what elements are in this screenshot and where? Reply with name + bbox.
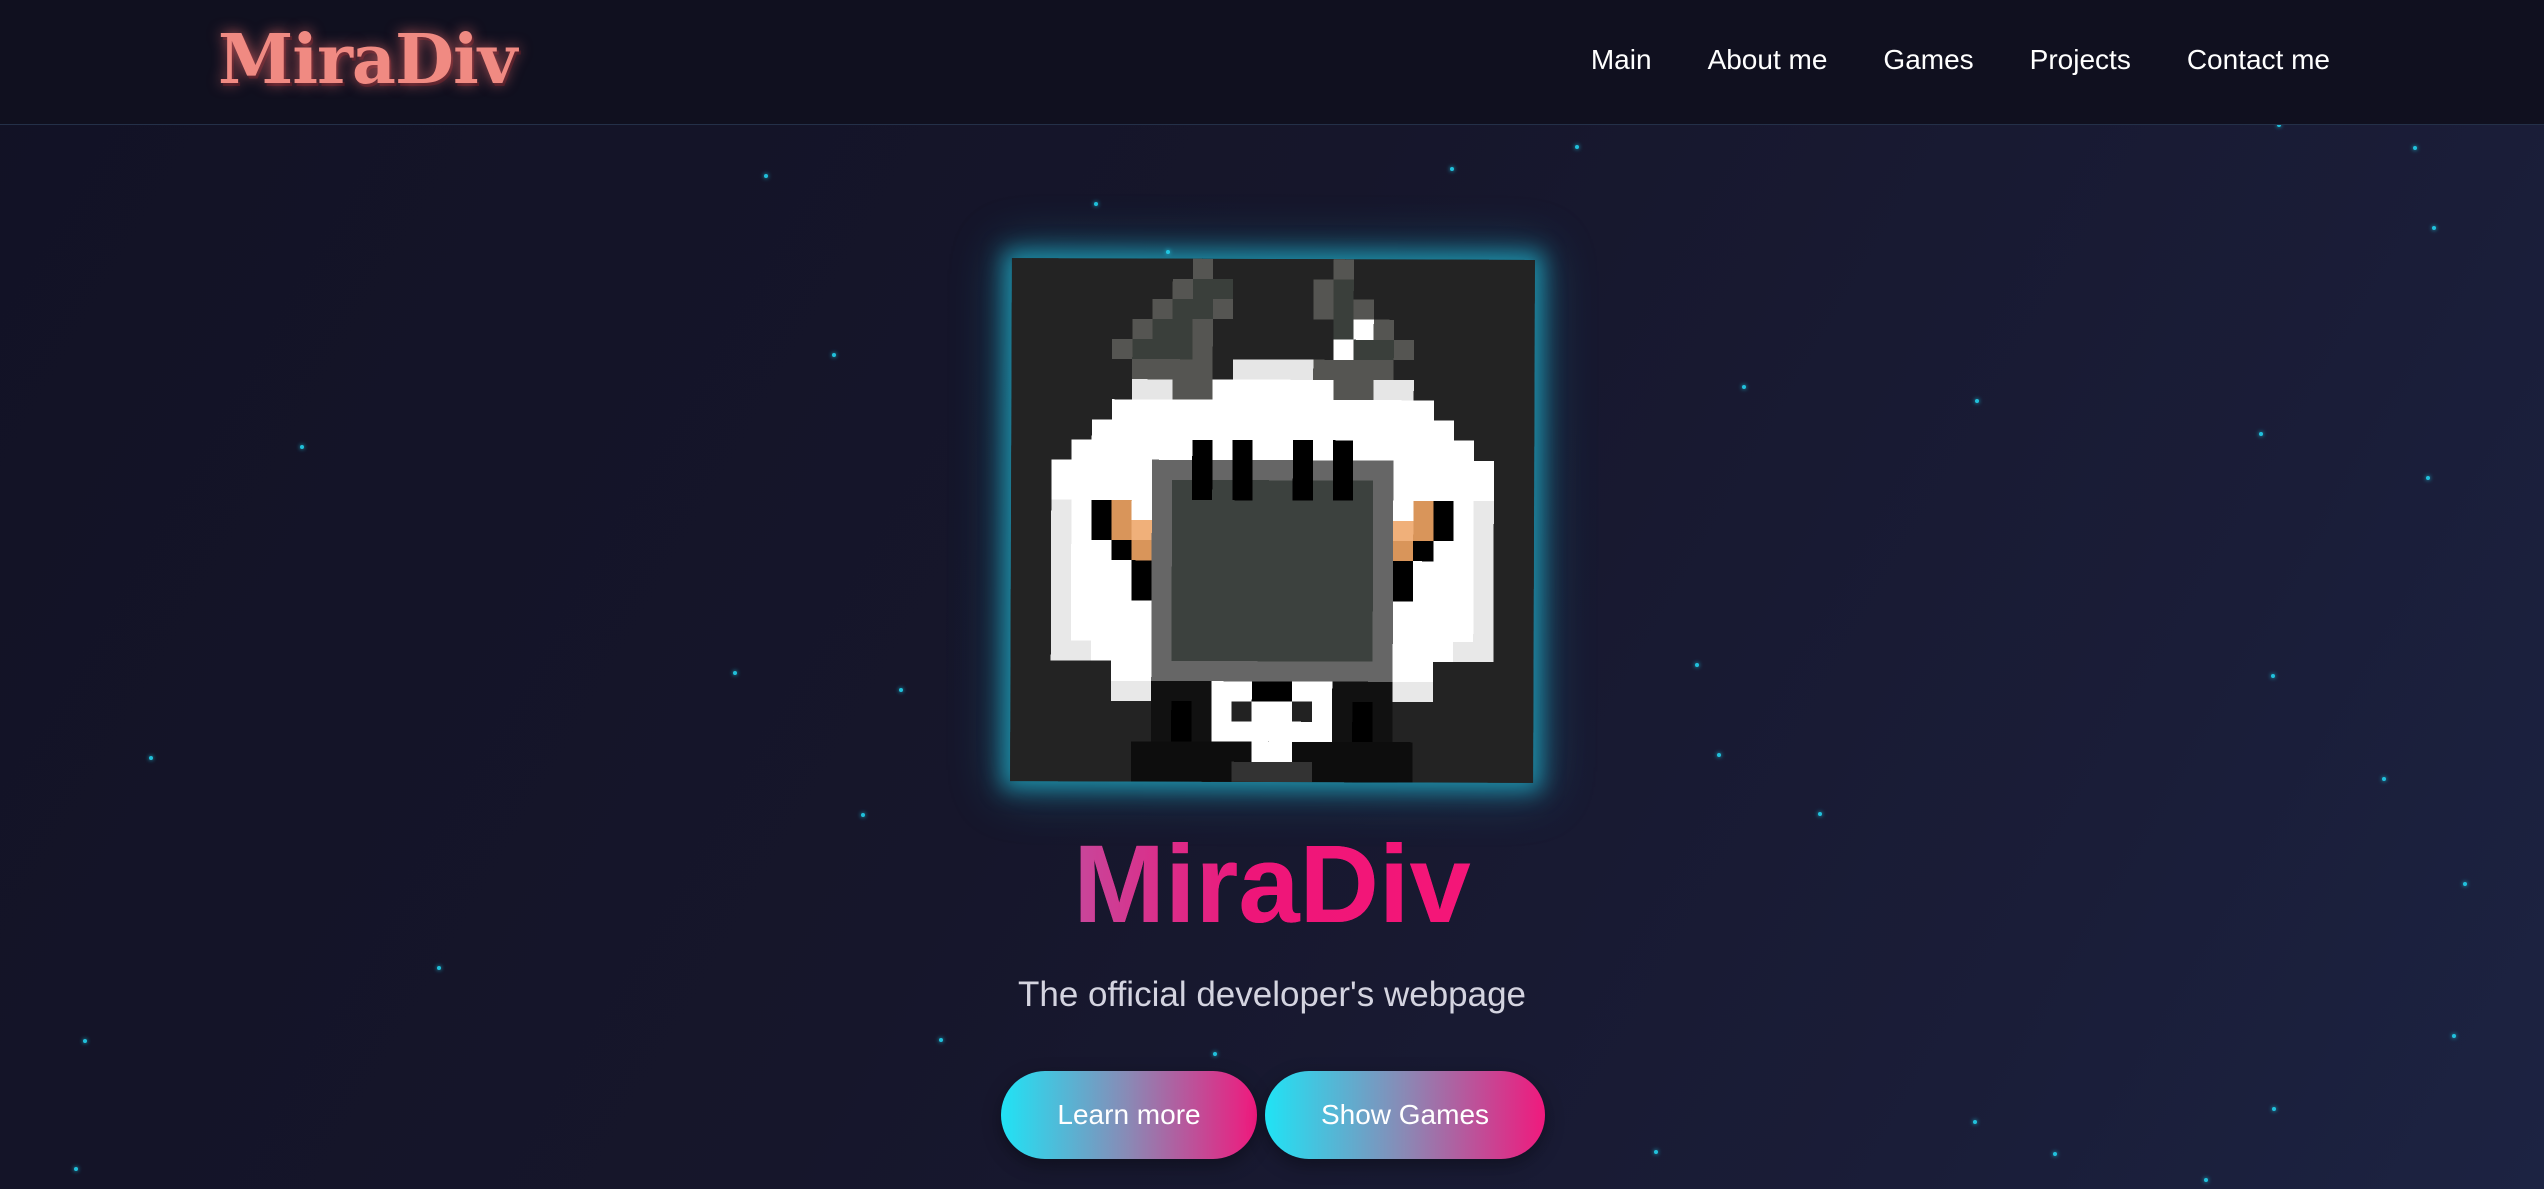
- star-dot: [1213, 1052, 1217, 1056]
- main-navigation: Main About me Games Projects Contact me: [1591, 40, 2330, 80]
- star-dot: [2204, 1178, 2208, 1182]
- star-dot: [1094, 202, 1098, 206]
- star-dot: [1450, 167, 1454, 171]
- nav-link-contact-me[interactable]: Contact me: [2187, 40, 2330, 80]
- star-dot: [1973, 1120, 1977, 1124]
- site-logo[interactable]: MiraDiv: [218, 18, 517, 102]
- hero-title-text: MiraDiv: [1073, 823, 1471, 946]
- star-dot: [1818, 812, 1822, 816]
- star-dot: [939, 1038, 943, 1042]
- star-dot: [2382, 777, 2386, 781]
- star-dot: [2271, 674, 2275, 678]
- star-dot: [2426, 476, 2430, 480]
- hero-title: MiraDiv: [0, 820, 2544, 950]
- star-dot: [1654, 1150, 1658, 1154]
- nav-link-games[interactable]: Games: [1883, 40, 1973, 80]
- star-dot: [2053, 1152, 2057, 1156]
- star-dot: [832, 353, 836, 357]
- hero-subtitle: The official developer's webpage: [1017, 975, 1527, 1014]
- site-header: MiraDiv Main About me Games Projects Con…: [0, 0, 2544, 125]
- star-dot: [861, 813, 865, 817]
- star-dot: [899, 688, 903, 692]
- nav-link-main[interactable]: Main: [1591, 40, 1652, 80]
- hero-button-group: Learn more Show Games: [1001, 1071, 1545, 1159]
- star-dot: [1742, 385, 1746, 389]
- star-dot: [437, 966, 441, 970]
- star-dot: [2413, 146, 2417, 150]
- star-dot: [733, 671, 737, 675]
- star-dot: [2452, 1034, 2456, 1038]
- star-dot: [1717, 753, 1721, 757]
- nav-link-about-me[interactable]: About me: [1708, 40, 1828, 80]
- star-dot: [83, 1039, 87, 1043]
- nav-link-projects[interactable]: Projects: [2030, 40, 2131, 80]
- pixel-art-ghost-avatar-icon: [1010, 258, 1535, 783]
- star-dot: [149, 756, 153, 760]
- star-dot: [1695, 663, 1699, 667]
- star-dot: [1975, 399, 1979, 403]
- star-dot: [1575, 145, 1579, 149]
- star-dot: [764, 174, 768, 178]
- star-dot: [74, 1167, 78, 1171]
- star-dot: [300, 445, 304, 449]
- star-dot: [2432, 226, 2436, 230]
- star-dot: [2272, 1107, 2276, 1111]
- star-dot: [2259, 432, 2263, 436]
- learn-more-button[interactable]: Learn more: [1001, 1071, 1257, 1159]
- star-dot: [1166, 250, 1170, 254]
- show-games-button[interactable]: Show Games: [1265, 1071, 1545, 1159]
- avatar-image: [1010, 258, 1535, 783]
